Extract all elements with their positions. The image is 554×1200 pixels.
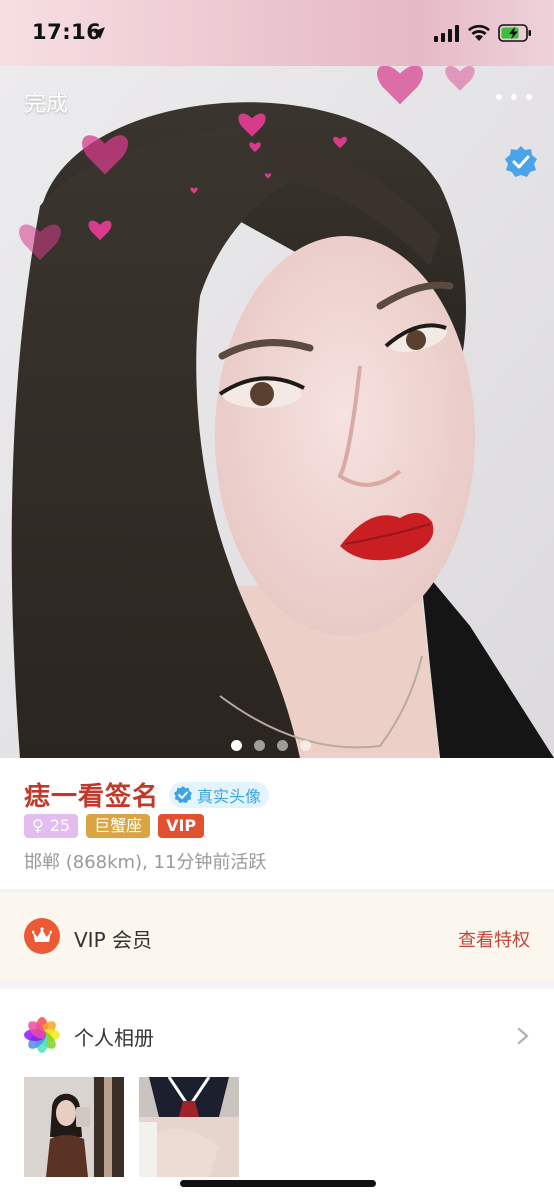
profile-name: 痣一看签名 — [24, 782, 160, 812]
status-time: 17:16 — [32, 20, 102, 44]
page-dot — [300, 740, 311, 751]
zodiac-tag: 巨蟹座 — [86, 814, 151, 838]
page-dot-active — [231, 740, 242, 751]
real-avatar-label: 真实头像 — [197, 786, 262, 806]
album-title: 个人相册 — [74, 1026, 154, 1050]
profile-name-row: 痣一看签名 真实头像 — [24, 776, 270, 813]
view-privileges-link[interactable]: 查看特权 — [458, 926, 530, 952]
real-avatar-badge: 真实头像 — [169, 781, 270, 808]
verified-check-icon — [505, 146, 537, 177]
chevron-right-icon[interactable] — [516, 1027, 530, 1045]
photo-page-indicator — [231, 740, 311, 751]
page-dot — [254, 740, 265, 751]
verified-badge-icon — [174, 785, 193, 803]
vip-tag: VIP — [158, 814, 205, 838]
wifi-icon — [468, 24, 490, 41]
location-activity: 邯郸 (868km), 11分钟前活跃 — [24, 852, 267, 873]
profile-photo — [0, 66, 554, 758]
color-wheel-icon — [24, 1017, 60, 1053]
vip-member-label: VIP 会员 — [74, 928, 152, 952]
status-bar: 17:16 — [0, 0, 554, 66]
age-value: 25 — [49, 816, 71, 835]
vip-member-row[interactable]: VIP 会员 查看特权 — [0, 893, 554, 979]
female-icon: ♀ — [32, 816, 44, 835]
more-horizontal-icon[interactable] — [496, 86, 532, 108]
section-divider — [0, 979, 554, 989]
album-photo-1[interactable] — [24, 1077, 124, 1177]
battery-charging-icon — [498, 24, 531, 42]
done-button[interactable]: 完成 — [24, 86, 68, 118]
home-indicator — [180, 1180, 376, 1187]
location-arrow-icon — [93, 27, 105, 39]
profile-tags: ♀ 25 巨蟹座 VIP — [24, 814, 205, 838]
album-section: 个人相册 — [0, 989, 554, 1200]
profile-photo-carousel[interactable] — [0, 66, 554, 758]
gender-age-tag: ♀ 25 — [24, 814, 79, 838]
cellular-signal-icon — [434, 24, 459, 42]
page-dot — [277, 740, 288, 751]
crown-icon — [24, 918, 60, 954]
album-photo-2[interactable] — [139, 1077, 239, 1177]
